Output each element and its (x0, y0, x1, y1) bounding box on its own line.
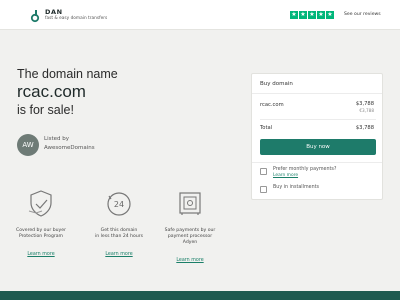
dan-logo-icon[interactable] (30, 9, 42, 23)
hero-line-3: is for sale! (17, 103, 74, 117)
checkbox-icon[interactable] (260, 186, 267, 193)
hero: The domain name rcac.com is for sale! (17, 66, 118, 118)
feature-text: Covered by our buyer Protection Program (16, 228, 66, 239)
seller-name: AwesomeDomains (44, 145, 95, 151)
logo-tagline: fast & easy domain transfers (45, 16, 108, 21)
learn-more-link[interactable]: Learn more (105, 252, 132, 257)
divider (252, 93, 382, 94)
star-icon: ★ (326, 11, 334, 19)
feature-text: Safe payments by our payment processor A… (164, 228, 216, 245)
total-value: $3,788 (355, 125, 374, 131)
feature-text: Get this domain in less than 24 hours (94, 228, 144, 239)
reviews-link[interactable]: See our reviews (344, 12, 381, 17)
svg-text:24: 24 (114, 200, 124, 209)
logo-name[interactable]: DAN (45, 8, 63, 16)
feature-fast-transfer: 24 Get this domain in less than 24 hours… (86, 187, 152, 259)
hero-line-1: The domain name (17, 67, 118, 81)
site-header: DAN fast & easy domain transfers ★ ★ ★ ★… (0, 0, 400, 30)
star-icon: ★ (290, 11, 298, 19)
feature-safe-payments: Safe payments by our payment processor A… (157, 187, 223, 265)
total-label: Total (260, 125, 273, 131)
footer-bar (0, 291, 400, 300)
installments-option[interactable]: Buy in installments (260, 185, 376, 197)
clock-24-icon: 24 (107, 192, 131, 216)
star-icon: ★ (317, 11, 325, 19)
seller-info: AW Listed by AwesomeDomains (17, 133, 177, 157)
monthly-payments-option[interactable]: Prefer monthly payments? Learn more (260, 167, 376, 179)
learn-more-link[interactable]: Learn more (27, 252, 54, 257)
listed-by-label: Listed by (44, 136, 69, 142)
divider (252, 162, 382, 163)
feature-buyer-protection: Covered by our buyer Protection Program … (8, 187, 74, 259)
card-price: $3,788 (355, 101, 374, 107)
safe-icon (179, 192, 201, 215)
card-domain-label: rcac.com (260, 102, 284, 108)
divider (260, 119, 376, 120)
star-icon: ★ (308, 11, 316, 19)
monthly-learn-more-link[interactable]: Learn more (273, 173, 298, 178)
buy-now-button[interactable]: Buy now (260, 139, 376, 155)
monthly-payments-text: Prefer monthly payments? (273, 167, 337, 172)
installments-text: Buy in installments (273, 185, 319, 190)
domain-name: rcac.com (17, 82, 86, 101)
card-title: Buy domain (260, 81, 293, 87)
learn-more-link[interactable]: Learn more (176, 258, 203, 263)
star-icon: ★ (299, 11, 307, 19)
shield-hand-icon (28, 190, 52, 217)
card-price-secondary: €3,788 (359, 108, 374, 113)
buy-domain-card: Buy domain rcac.com $3,788 €3,788 Total … (251, 73, 383, 200)
trustpilot-stars[interactable]: ★ ★ ★ ★ ★ (290, 11, 334, 19)
calendar-icon (260, 168, 267, 175)
seller-avatar: AW (17, 134, 39, 156)
